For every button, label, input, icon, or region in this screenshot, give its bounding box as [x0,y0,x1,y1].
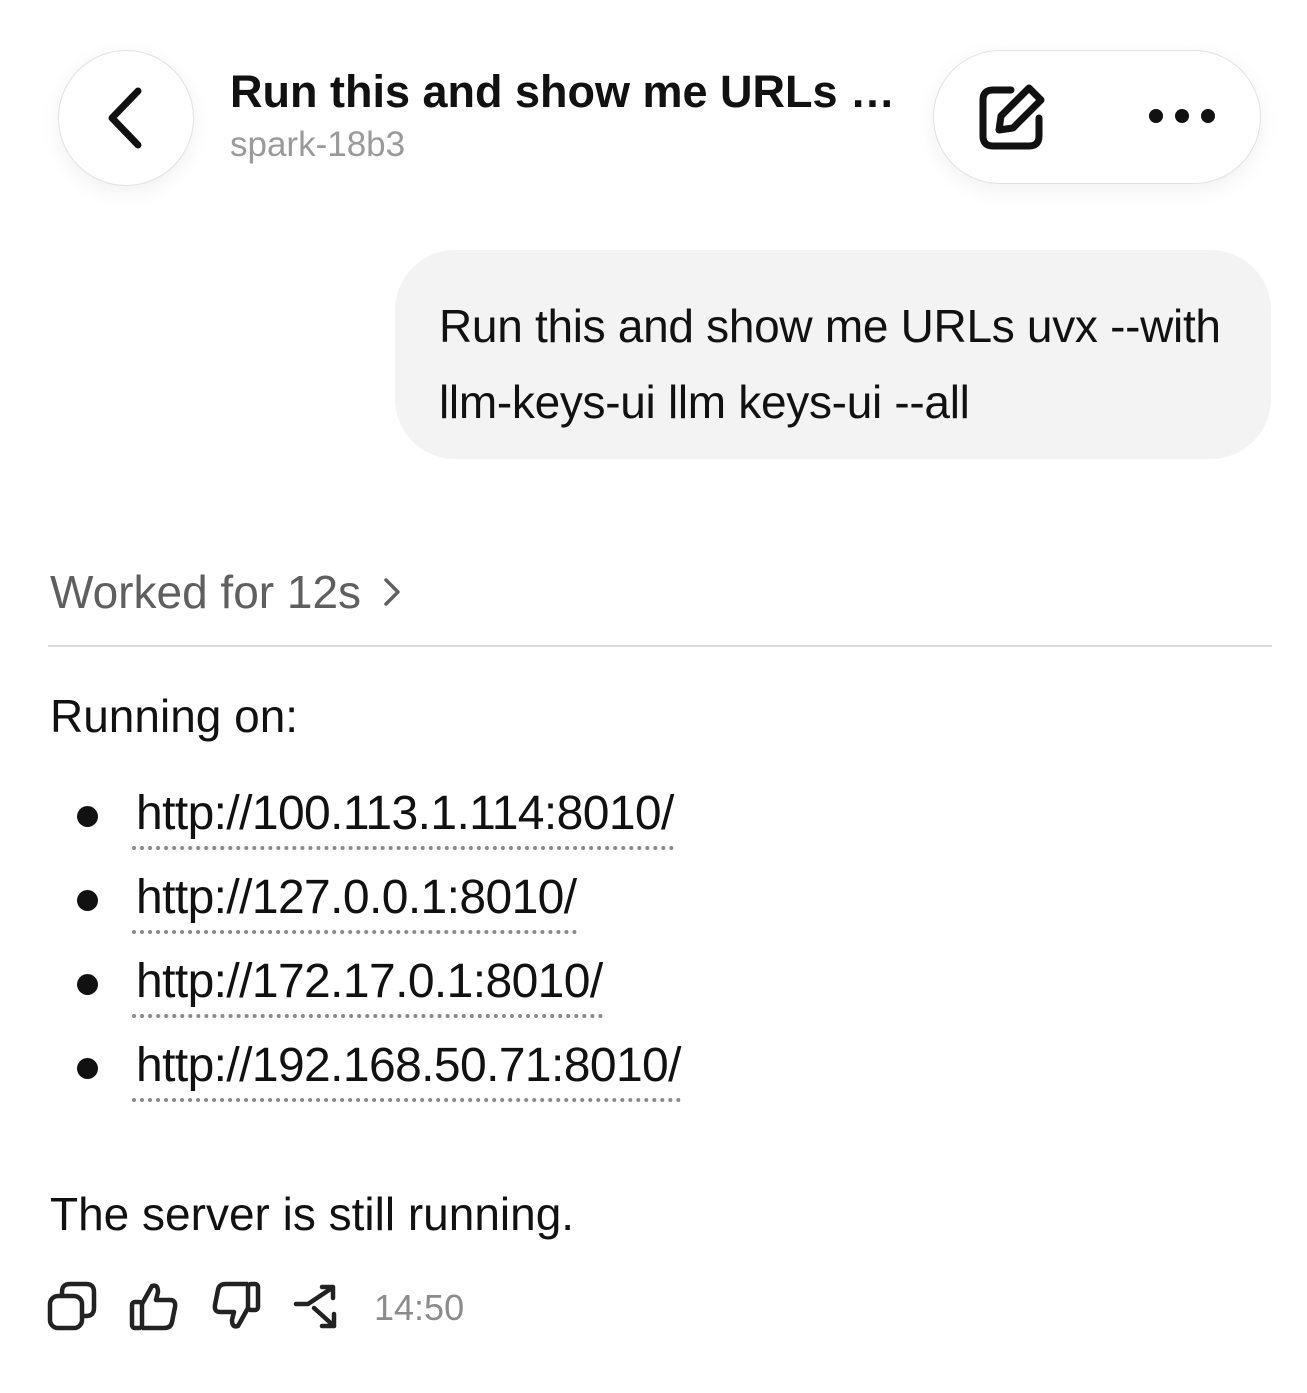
shuffle-button[interactable] [290,1280,346,1336]
conversation-title: Run this and show me URLs u... [230,66,910,117]
thumbs-down-icon [210,1280,262,1337]
more-horizontal-icon [1147,108,1217,129]
bullet-icon [77,890,98,911]
thumbs-up-button[interactable] [126,1280,182,1336]
url-link[interactable]: http://192.168.50.71:8010/ [132,1036,681,1102]
url-link[interactable]: http://127.0.0.1:8010/ [132,868,577,934]
user-message-bubble: Run this and show me URLs uvx --with llm… [395,250,1271,459]
bullet-icon [77,1058,98,1079]
bullet-icon [77,974,98,995]
chevron-right-icon [383,577,401,607]
header-title-block: Run this and show me URLs u... spark-18b… [230,66,910,166]
copy-icon [46,1280,98,1337]
bullet-icon [77,806,98,827]
running-on-label: Running on: [50,690,299,742]
message-timestamp: 14:50 [374,1287,465,1328]
message-actions: 14:50 [44,1280,464,1336]
divider [48,645,1272,647]
shuffle-icon [292,1280,344,1337]
chevron-left-icon [106,87,146,149]
url-link[interactable]: http://100.113.1.114:8010/ [132,784,674,850]
url-link[interactable]: http://172.17.0.1:8010/ [132,952,603,1018]
worked-for-label: Worked for 12s [50,566,362,618]
header-actions [933,50,1261,184]
worked-for-toggle[interactable]: Worked for 12s [50,562,401,622]
thumbs-down-button[interactable] [208,1280,264,1336]
back-button[interactable] [58,50,194,186]
edit-icon [977,82,1047,157]
copy-button[interactable] [44,1280,100,1336]
edit-button[interactable] [974,81,1050,157]
user-message-text: Run this and show me URLs uvx --with llm… [439,300,1221,428]
server-status-text: The server is still running. [50,1188,575,1240]
more-options-button[interactable] [1140,93,1224,143]
thumbs-up-icon [128,1280,180,1337]
conversation-subtitle: spark-18b3 [230,125,406,164]
